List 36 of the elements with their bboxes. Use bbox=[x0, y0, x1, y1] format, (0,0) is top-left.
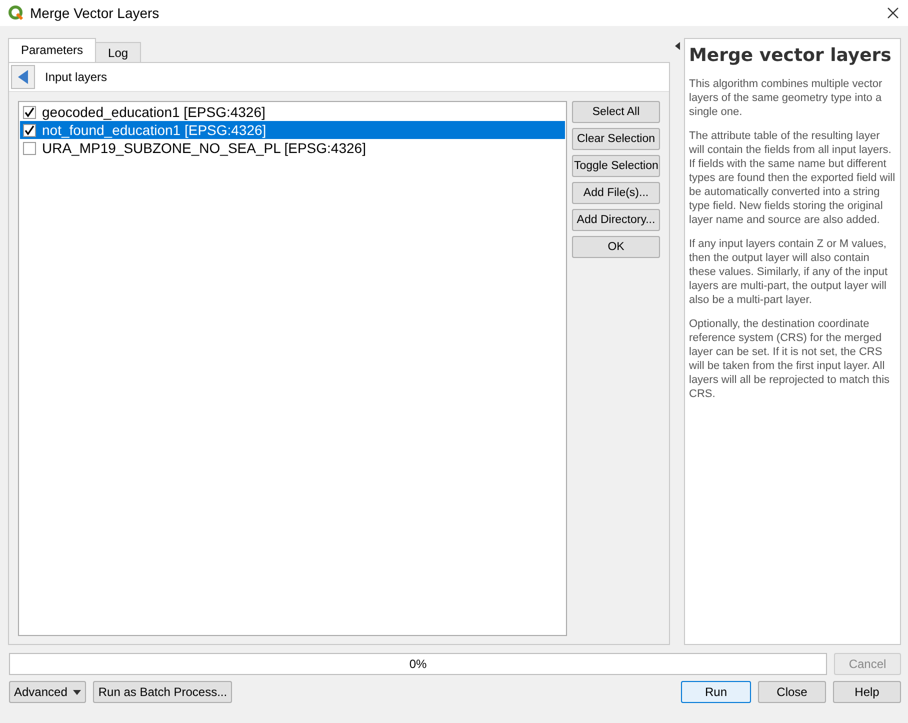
panel-title: Input layers bbox=[45, 70, 108, 84]
close-icon[interactable] bbox=[886, 6, 900, 20]
list-button[interactable]: Select All bbox=[572, 101, 660, 123]
list-button[interactable]: Toggle Selection bbox=[572, 155, 660, 177]
checkbox[interactable] bbox=[23, 106, 36, 118]
window-title: Merge Vector Layers bbox=[30, 5, 160, 21]
layer-item[interactable]: URA_MP19_SUBZONE_NO_SEA_PL [EPSG:4326] bbox=[20, 139, 565, 157]
checkbox[interactable] bbox=[23, 124, 36, 136]
advanced-dropdown[interactable]: Advanced bbox=[9, 681, 86, 703]
list-button[interactable]: Clear Selection bbox=[572, 128, 660, 150]
list-button[interactable]: Add File(s)... bbox=[572, 182, 660, 204]
progress-reading: 0% bbox=[409, 657, 427, 671]
help-paragraph: If any input layers contain Z or M values, then the output layer will also contain these values. Similarly, if any of the input layers are multi-part, the output layer will also be a multi-part layer. bbox=[689, 237, 889, 307]
action-button[interactable]: Help bbox=[833, 681, 901, 703]
collapse-icon[interactable] bbox=[674, 42, 680, 50]
layer-item[interactable]: geocoded_education1 [EPSG:4326] bbox=[20, 103, 565, 121]
caret-icon bbox=[73, 690, 82, 694]
action-button[interactable]: Run bbox=[681, 681, 751, 703]
app-logo-icon bbox=[8, 5, 24, 21]
checkbox[interactable] bbox=[23, 142, 36, 154]
back-button[interactable] bbox=[11, 65, 35, 89]
list-button[interactable]: Add Directory... bbox=[572, 209, 660, 231]
layer-label: URA_MP19_SUBZONE_NO_SEA_PL [EPSG:4326] bbox=[42, 140, 366, 156]
help-paragraph: Optionally, the destination coordinate reference system (CRS) for the merged layer can be set. If it is not set, the CRS will be taken from the first input layer. All layers will all be reprojected to match this CRS. bbox=[689, 317, 891, 401]
tab[interactable]: Log bbox=[95, 42, 142, 62]
help-paragraph: The attribute table of the resulting layer will contain the fields from all input layers. If fields with the same name but different types are found then the exported field will be automatically converted into a string type field. New fields storing the original layer name and source are also added. bbox=[689, 129, 896, 227]
layer-label: geocoded_education1 [EPSG:4326] bbox=[42, 104, 266, 120]
back-arrow-icon bbox=[17, 69, 29, 85]
tab[interactable]: Parameters bbox=[8, 38, 96, 62]
batch-button[interactable]: Run as Batch Process... bbox=[93, 681, 232, 703]
layer-label: not_found_education1 [EPSG:4326] bbox=[42, 122, 266, 138]
help-title: Merge vector layers bbox=[689, 45, 892, 67]
layer-item[interactable]: not_found_education1 [EPSG:4326] bbox=[20, 121, 565, 139]
help-paragraph: This algorithm combines multiple vector layers of the same geometry type into a single one. bbox=[689, 77, 884, 119]
list-button[interactable]: OK bbox=[572, 236, 660, 258]
action-button[interactable]: Close bbox=[758, 681, 826, 703]
